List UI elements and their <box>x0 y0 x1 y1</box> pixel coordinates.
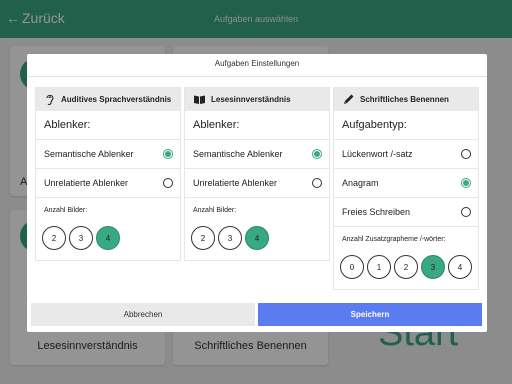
option-label: Semantische Ablenker <box>193 149 283 159</box>
chip-option-selected[interactable]: 4 <box>96 226 120 250</box>
chip-option[interactable]: 2 <box>42 226 66 250</box>
chip-group: 2 3 4 <box>185 222 329 260</box>
radio-selected[interactable] <box>312 149 322 159</box>
dialog-title: Aufgaben Einstellungen <box>214 59 300 68</box>
settings-dialog: Aufgaben Einstellungen Auditives Sprachv… <box>27 54 487 332</box>
chip-option-selected[interactable]: 4 <box>245 226 269 250</box>
radio-unselected[interactable] <box>461 149 471 159</box>
panel-header: Schriftliches Benennen <box>334 88 478 111</box>
option-label: Unrelatierte Ablenker <box>44 178 129 188</box>
chip-option[interactable]: 3 <box>69 226 93 250</box>
panel-header-label: Schriftliches Benennen <box>360 95 449 104</box>
count-label: Anzahl Bilder: <box>44 206 88 214</box>
option-unrelated-distractor[interactable]: Unrelatierte Ablenker <box>36 169 180 198</box>
chip-option[interactable]: 2 <box>191 226 215 250</box>
book-icon <box>194 95 205 104</box>
panel-writing: Schriftliches Benennen Aufgabentyp: Lück… <box>333 87 479 290</box>
count-label: Anzahl Bilder: <box>193 206 237 214</box>
panel-header: Auditives Sprachverständnis <box>36 88 180 111</box>
panel-auditory: Auditives Sprachverständnis Ablenker: Se… <box>35 87 181 261</box>
radio-unselected[interactable] <box>461 207 471 217</box>
chip-group: 0 1 2 3 4 <box>334 251 478 289</box>
chip-option[interactable]: 2 <box>394 255 418 279</box>
option-anagram[interactable]: Anagram <box>334 169 478 198</box>
option-semantic-distractor[interactable]: Semantische Ablenker <box>185 140 329 169</box>
option-label: Unrelatierte Ablenker <box>193 178 278 188</box>
chip-group: 2 3 4 <box>36 222 180 260</box>
option-semantic-distractor[interactable]: Semantische Ablenker <box>36 140 180 169</box>
section-title: Ablenker: <box>185 111 329 140</box>
option-label: Anagram <box>342 178 379 188</box>
chip-option-selected[interactable]: 3 <box>421 255 445 279</box>
radio-unselected[interactable] <box>163 178 173 188</box>
save-button[interactable]: Speichern <box>258 303 482 326</box>
chip-option[interactable]: 1 <box>367 255 391 279</box>
count-label: Anzahl Zusatzgrapheme /-wörter: <box>342 235 446 243</box>
section-title: Ablenker: <box>36 111 180 140</box>
option-unrelated-distractor[interactable]: Unrelatierte Ablenker <box>185 169 329 198</box>
option-free-writing[interactable]: Freies Schreiben <box>334 198 478 227</box>
radio-selected[interactable] <box>163 149 173 159</box>
divider <box>27 76 487 77</box>
panel-header-label: Lesesinnverständnis <box>211 95 291 104</box>
section-title: Aufgabentyp: <box>334 111 478 140</box>
cancel-button[interactable]: Abbrechen <box>31 303 255 326</box>
ear-icon <box>46 94 54 106</box>
panel-header: Lesesinnverständnis <box>185 88 329 111</box>
option-label: Freies Schreiben <box>342 207 411 217</box>
option-gap-word[interactable]: Lückenwort /-satz <box>334 140 478 169</box>
chip-option[interactable]: 4 <box>448 255 472 279</box>
panel-reading: Lesesinnverständnis Ablenker: Semantisch… <box>184 87 330 261</box>
radio-selected[interactable] <box>461 178 471 188</box>
radio-unselected[interactable] <box>312 178 322 188</box>
option-label: Semantische Ablenker <box>44 149 134 159</box>
option-label: Lückenwort /-satz <box>342 149 413 159</box>
chip-option[interactable]: 3 <box>218 226 242 250</box>
chip-option[interactable]: 0 <box>340 255 364 279</box>
pencil-icon <box>344 94 354 104</box>
panel-header-label: Auditives Sprachverständnis <box>61 95 172 104</box>
